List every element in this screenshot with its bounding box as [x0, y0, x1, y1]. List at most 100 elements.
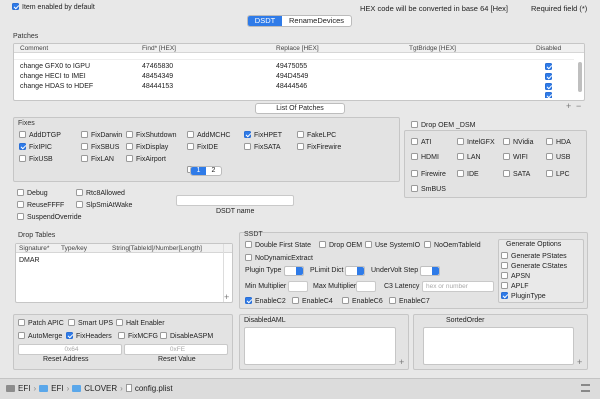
min-multiplier-input[interactable]: [288, 281, 308, 292]
misc-debug[interactable]: Debug: [17, 188, 48, 198]
add-patch-icon[interactable]: +: [566, 101, 571, 111]
fix-fixdisplay[interactable]: FixDisplay: [126, 142, 168, 152]
gen-plugintype[interactable]: PluginType: [501, 291, 546, 301]
fix-addmchc[interactable]: AddMCHC: [187, 130, 230, 140]
fix-checkbox[interactable]: [244, 142, 251, 150]
ssdt-double-first-state[interactable]: Double First State: [245, 240, 311, 250]
ssdt-no-oem-table-id[interactable]: NoOemTableId: [424, 240, 481, 250]
oem-ide[interactable]: IDE: [457, 169, 479, 179]
dsdt-name-input[interactable]: [176, 195, 294, 206]
tab-dsdt[interactable]: DSDT: [248, 16, 282, 26]
fix-checkbox[interactable]: [297, 142, 304, 150]
misc-suspendoverride[interactable]: SuspendOverride: [17, 212, 81, 222]
patches-table[interactable]: Comment Find* [HEX] Replace [HEX] TgtBri…: [13, 43, 585, 101]
breadcrumb-efi-2[interactable]: EFI: [51, 384, 63, 393]
fixes-page-2[interactable]: 2: [206, 167, 221, 175]
breadcrumb-efi-1[interactable]: EFI: [18, 384, 30, 393]
fix-fixhpet[interactable]: FixHPET: [244, 130, 282, 140]
max-multiplier-input[interactable]: [356, 281, 376, 292]
oem-hda[interactable]: HDA: [546, 137, 571, 147]
misc-rtc8allowed[interactable]: Rtc8Allowed: [76, 188, 125, 198]
oem-checkbox[interactable]: [457, 137, 464, 145]
drop-oem-checkbox[interactable]: [411, 120, 418, 128]
gen-pstates[interactable]: Generate PStates: [501, 251, 567, 261]
plugin-type-select[interactable]: [284, 266, 304, 276]
ssdt-use-systemio[interactable]: Use SystemIO: [365, 240, 420, 250]
oem-checkbox[interactable]: [411, 169, 418, 177]
fix-checkbox[interactable]: [19, 154, 26, 162]
fix-fixairport[interactable]: FixAirport: [126, 154, 166, 164]
table-row[interactable]: [14, 92, 574, 98]
c3-latency-input[interactable]: hex or number: [422, 281, 494, 292]
smart-ups[interactable]: Smart UPS: [68, 318, 113, 328]
oem-usb[interactable]: USB: [546, 152, 570, 162]
reset-value-input[interactable]: 0xFE: [124, 344, 228, 355]
table-row[interactable]: [14, 54, 574, 60]
oem-checkbox[interactable]: [503, 169, 510, 177]
table-row[interactable]: DMAR: [16, 256, 222, 265]
oem-checkbox[interactable]: [411, 137, 418, 145]
oem-checkbox[interactable]: [503, 152, 510, 160]
oem-sata[interactable]: SATA: [503, 169, 530, 179]
fix-fixipic[interactable]: FixIPIC: [19, 142, 52, 152]
add-drop-table-icon[interactable]: +: [224, 292, 229, 302]
disabled-checkbox[interactable]: [545, 63, 552, 70]
ssdt-no-dynamic-extract[interactable]: NoDynamicExtract: [245, 253, 313, 263]
add-disabled-aml-icon[interactable]: +: [399, 357, 404, 367]
patch-apic[interactable]: Patch APIC: [18, 318, 64, 328]
drop-oem-dsm-toggle[interactable]: Drop OEM _DSM: [411, 120, 475, 130]
fix-checkbox[interactable]: [126, 154, 133, 162]
undervolt-step-select[interactable]: [420, 266, 440, 276]
fix-fixsata[interactable]: FixSATA: [244, 142, 281, 152]
oem-nvidia[interactable]: NVidia: [503, 137, 534, 147]
gen-aplf[interactable]: APLF: [501, 281, 529, 291]
gen-apsn[interactable]: APSN: [501, 271, 530, 281]
fix-checkbox[interactable]: [297, 130, 304, 138]
sorted-order-list[interactable]: [423, 327, 574, 365]
disable-aspm[interactable]: DisableASPM: [160, 331, 213, 341]
fix-checkbox[interactable]: [19, 130, 26, 138]
fix-headers[interactable]: FixHeaders: [66, 331, 112, 341]
fix-checkbox[interactable]: [126, 142, 133, 150]
table-row[interactable]: change GFX0 to IGPU 47465830 49475055: [14, 62, 574, 71]
fix-fixdarwin[interactable]: FixDarwin: [81, 130, 122, 140]
fix-checkbox[interactable]: [81, 130, 88, 138]
add-sorted-order-icon[interactable]: +: [577, 357, 582, 367]
patches-scrollbar[interactable]: [578, 62, 582, 92]
gen-cstates[interactable]: Generate CStates: [501, 261, 567, 271]
fix-checkbox[interactable]: [126, 130, 133, 138]
halt-enabler[interactable]: Halt Enabler: [116, 318, 165, 328]
breadcrumb-clover[interactable]: CLOVER: [84, 384, 117, 393]
fix-adddtgp[interactable]: AddDTGP: [19, 130, 61, 140]
disabled-checkbox[interactable]: [545, 73, 552, 80]
fix-fixide[interactable]: FixIDE: [187, 142, 218, 152]
oem-hdmi[interactable]: HDMI: [411, 152, 439, 162]
reset-address-input[interactable]: 0x64: [18, 344, 122, 355]
misc-reusefffff[interactable]: ReuseFFFF: [17, 200, 64, 210]
fix-fixlan[interactable]: FixLAN: [81, 154, 114, 164]
fix-checkbox[interactable]: [81, 154, 88, 162]
misc-slpsmiatwake[interactable]: SlpSmiAtWake: [76, 200, 132, 210]
fix-fixshutdown[interactable]: FixShutdown: [126, 130, 176, 140]
oem-checkbox[interactable]: [503, 137, 510, 145]
drop-tables-table[interactable]: Signature* Type/key String[TableId]/Numb…: [15, 243, 233, 303]
breadcrumb-config-plist[interactable]: config.plist: [135, 384, 173, 393]
oem-lpc[interactable]: LPC: [546, 169, 570, 179]
table-row[interactable]: change HDAS to HDEF 48444153 48444546: [14, 82, 574, 91]
fix-fixfirewire[interactable]: FixFirewire: [297, 142, 341, 152]
oem-checkbox[interactable]: [457, 152, 464, 160]
plimit-dict-select[interactable]: [345, 266, 365, 276]
remove-patch-icon[interactable]: −: [576, 101, 581, 111]
auto-merge[interactable]: AutoMerge: [18, 331, 62, 341]
fix-checkbox[interactable]: [244, 130, 251, 138]
oem-checkbox[interactable]: [546, 169, 553, 177]
tab-rename-devices[interactable]: RenameDevices: [282, 16, 351, 26]
fix-fixusb[interactable]: FixUSB: [19, 154, 53, 164]
fix-checkbox[interactable]: [81, 142, 88, 150]
fixes-page-1[interactable]: 1: [191, 167, 206, 175]
fix-mcfg[interactable]: FixMCFG: [118, 331, 158, 341]
disabled-checkbox[interactable]: [545, 92, 552, 98]
oem-wifi[interactable]: WIFI: [503, 152, 528, 162]
fix-checkbox[interactable]: [19, 142, 26, 150]
oem-checkbox[interactable]: [546, 152, 553, 160]
